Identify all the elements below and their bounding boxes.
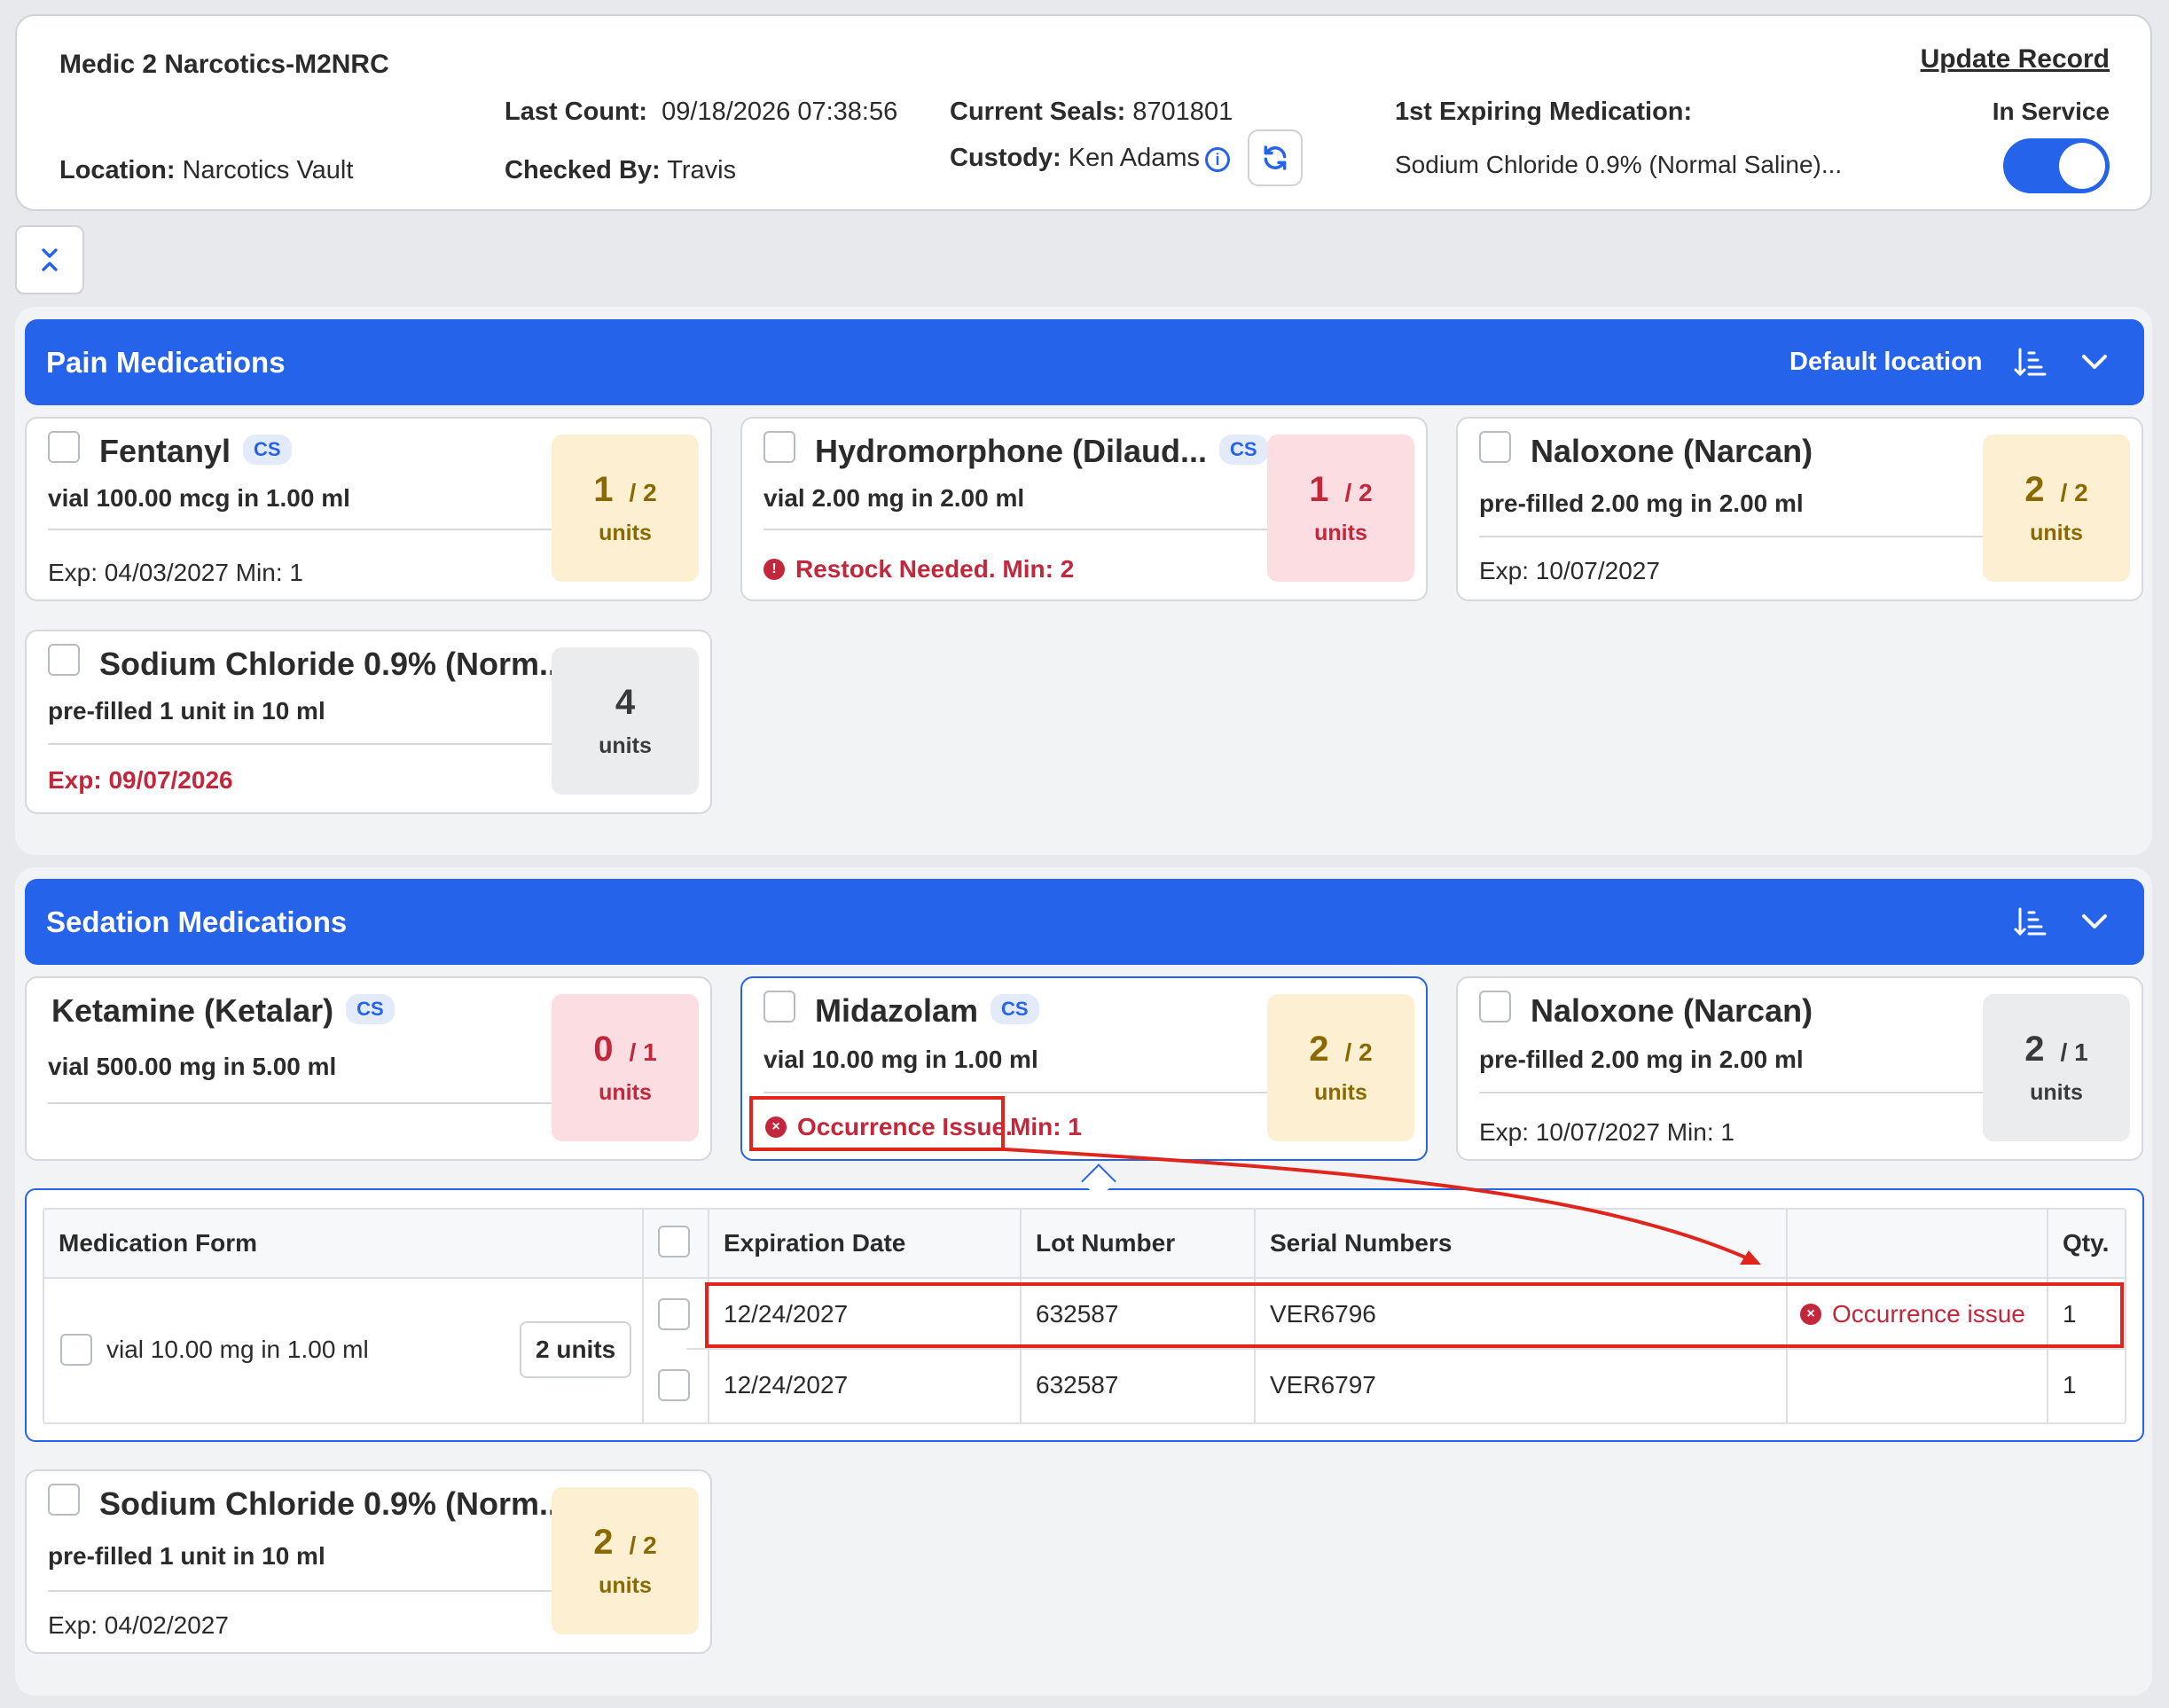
annotation-arrow [1004,1148,1761,1265]
